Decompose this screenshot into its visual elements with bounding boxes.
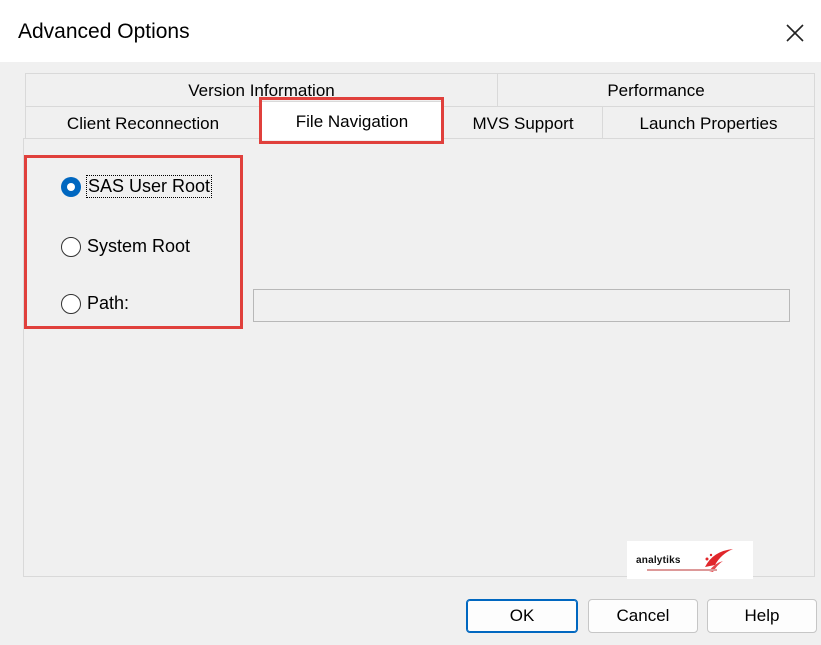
radio-path[interactable]: Path: xyxy=(61,293,129,314)
tab-file-navigation[interactable]: File Navigation xyxy=(260,101,444,140)
radio-checked-icon xyxy=(61,176,81,197)
tab-label: Client Reconnection xyxy=(66,113,220,133)
tab-mvs-support[interactable]: MVS Support xyxy=(443,106,603,139)
tab-label: Launch Properties xyxy=(639,113,778,133)
tab-label: File Navigation xyxy=(295,112,409,131)
path-input[interactable] xyxy=(253,289,790,322)
tab-client-reconnection[interactable]: Client Reconnection xyxy=(25,106,261,139)
tab-label: MVS Support xyxy=(472,113,574,133)
logo-tagline-decoration xyxy=(647,569,717,571)
tab-label: Performance xyxy=(607,81,705,100)
radio-label: System Root xyxy=(87,236,191,256)
help-button[interactable]: Help xyxy=(707,599,817,633)
radio-label: SAS User Root xyxy=(85,175,213,198)
radio-unchecked-icon xyxy=(61,293,81,314)
tab-performance[interactable]: Performance xyxy=(497,73,815,107)
ok-button[interactable]: OK xyxy=(466,599,578,633)
advanced-options-dialog: Advanced Options Version Information Per… xyxy=(0,0,821,645)
radio-unchecked-icon xyxy=(61,236,81,257)
radio-system-root[interactable]: System Root xyxy=(61,236,190,257)
logo-text: analytiks xyxy=(636,555,681,566)
tab-label: Version Information xyxy=(188,81,335,100)
close-icon xyxy=(786,24,804,42)
tab-panel xyxy=(23,138,815,577)
dialog-title: Advanced Options xyxy=(18,20,190,43)
radio-sas-user-root[interactable]: SAS User Root xyxy=(61,175,213,198)
title-bar: Advanced Options xyxy=(0,0,821,62)
cancel-button[interactable]: Cancel xyxy=(588,599,698,633)
radio-label: Path: xyxy=(87,293,130,313)
close-button[interactable] xyxy=(772,12,818,54)
tab-launch-properties[interactable]: Launch Properties xyxy=(602,106,815,139)
tab-strip: Version Information Performance Client R… xyxy=(25,73,815,140)
analytiks-logo: analytiks xyxy=(627,541,753,579)
